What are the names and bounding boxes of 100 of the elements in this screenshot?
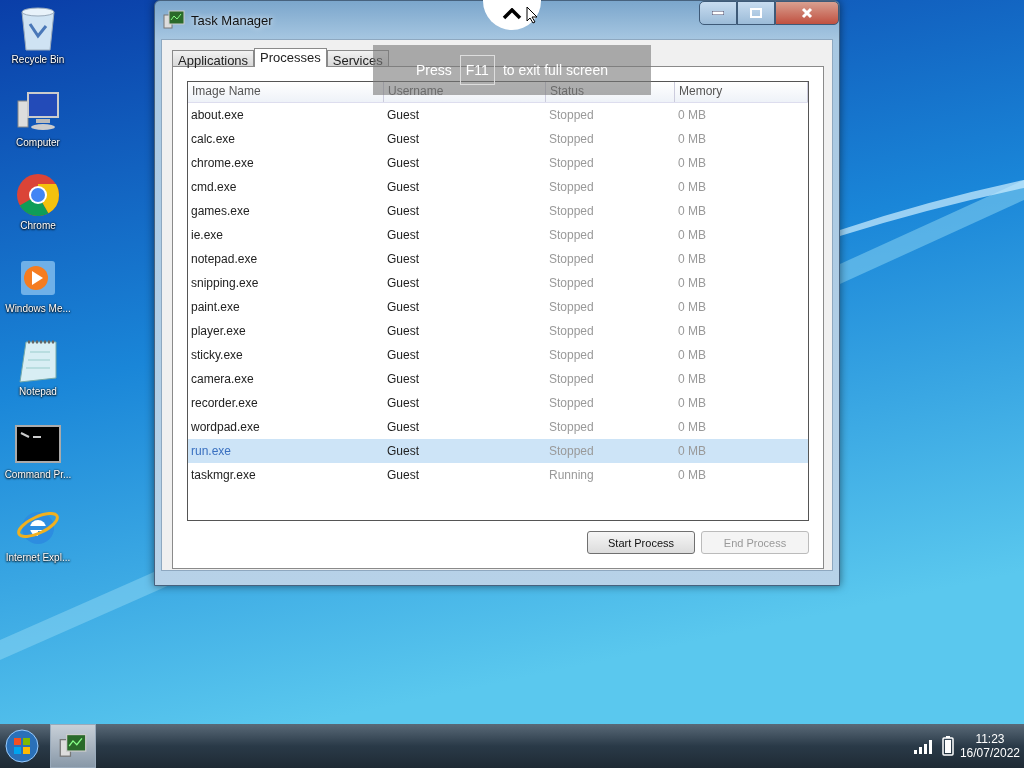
table-cell-text: 0 MB (677, 324, 707, 338)
table-cell-text: Stopped (548, 420, 595, 434)
desktop-icon-label[interactable]: Notepad (19, 386, 57, 397)
table-cell-text: Stopped (548, 156, 595, 170)
recycle-bin-icon (18, 6, 58, 52)
process-row[interactable]: snipping.exe Guest Stopped 0 MB (188, 271, 808, 295)
table-cell-text: Stopped (548, 444, 595, 458)
process-row[interactable]: taskmgr.exe Guest Running 0 MB (188, 463, 808, 487)
table-cell-text: 0 MB (677, 372, 707, 386)
minimize-button[interactable] (699, 1, 737, 25)
table-cell-text: Stopped (548, 180, 595, 194)
chevron-up-icon (502, 8, 522, 20)
table-cell-text: Guest (386, 156, 420, 170)
table-cell-text: Running (548, 468, 595, 482)
task-manager-icon (59, 733, 87, 759)
table-cell-text: 0 MB (677, 276, 707, 290)
table-cell-text: Guest (386, 252, 420, 266)
table-cell-text: cmd.exe (190, 180, 238, 194)
table-cell-text: Guest (386, 396, 420, 410)
table-cell-text: Stopped (548, 348, 595, 362)
desktop-icon-label[interactable]: Computer (16, 137, 60, 148)
cursor-icon (526, 6, 538, 24)
table-cell-text: paint.exe (190, 300, 241, 314)
process-row[interactable]: camera.exe Guest Stopped 0 MB (188, 367, 808, 391)
table-cell-text: Guest (386, 132, 420, 146)
computer-icon (16, 91, 60, 133)
table-cell-text: Guest (386, 228, 420, 242)
table-cell-text: sticky.exe (190, 348, 244, 362)
process-row[interactable]: wordpad.exe Guest Stopped 0 MB (188, 415, 808, 439)
process-row[interactable]: cmd.exe Guest Stopped 0 MB (188, 175, 808, 199)
table-cell-text: chrome.exe (190, 156, 255, 170)
process-row[interactable]: games.exe Guest Stopped 0 MB (188, 199, 808, 223)
column-header[interactable]: Memory (675, 82, 808, 102)
notice-text: to exit full screen (502, 62, 608, 78)
desktop-icon-label[interactable]: Chrome (20, 220, 56, 231)
minimize-icon (712, 11, 724, 15)
table-cell-text: 0 MB (677, 228, 707, 242)
table-cell-text: Guest (386, 324, 420, 338)
table-cell-text: 0 MB (677, 396, 707, 410)
key-label: F11 (459, 55, 495, 85)
process-row[interactable]: run.exe Guest Stopped 0 MB (188, 439, 808, 463)
column-header[interactable]: Image Name (188, 82, 384, 102)
notice-text: Press (416, 62, 452, 78)
table-cell-text: Guest (386, 468, 420, 482)
table-cell-text: Guest (386, 300, 420, 314)
desktop-icon-label[interactable]: Recycle Bin (11, 54, 65, 65)
tab[interactable]: Processes (254, 48, 327, 67)
process-row[interactable]: recorder.exe Guest Stopped 0 MB (188, 391, 808, 415)
desktop-icon-label[interactable]: Windows Me... (5, 303, 71, 314)
table-cell-text: 0 MB (677, 468, 707, 482)
chrome-icon (16, 173, 60, 217)
table-cell-text: Guest (386, 180, 420, 194)
media-player-icon (18, 258, 58, 298)
table-cell-text: wordpad.exe (190, 420, 261, 434)
table-cell-text: Guest (386, 348, 420, 362)
table-cell-text: Stopped (548, 396, 595, 410)
table-cell-text: about.exe (190, 108, 245, 122)
task-manager-taskbar-button[interactable] (50, 724, 96, 768)
table-cell-text: 0 MB (677, 420, 707, 434)
table-cell-text: Stopped (548, 300, 595, 314)
table-cell-text: snipping.exe (190, 276, 260, 290)
table-cell-text: notepad.exe (190, 252, 259, 266)
table-cell-text: 0 MB (677, 156, 707, 170)
table-cell-text: Stopped (548, 204, 595, 218)
table-cell-text: taskmgr.exe (190, 468, 257, 482)
process-row[interactable]: notepad.exe Guest Stopped 0 MB (188, 247, 808, 271)
maximize-button[interactable] (737, 1, 775, 25)
clock-date[interactable]: 16/07/2022 (959, 746, 1020, 760)
process-row[interactable]: sticky.exe Guest Stopped 0 MB (188, 343, 808, 367)
process-row[interactable]: player.exe Guest Stopped 0 MB (188, 319, 808, 343)
table-cell-text: Stopped (548, 108, 595, 122)
command-prompt-icon (15, 425, 61, 463)
table-cell-text: 0 MB (677, 300, 707, 314)
table-cell-text: Guest (386, 444, 420, 458)
table-cell-text: 0 MB (677, 180, 707, 194)
process-row[interactable]: ie.exe Guest Stopped 0 MB (188, 223, 808, 247)
table-cell-text: Stopped (548, 252, 595, 266)
tab[interactable]: Applications (172, 50, 255, 66)
process-row[interactable]: chrome.exe Guest Stopped 0 MB (188, 151, 808, 175)
table-cell-text: Guest (386, 204, 420, 218)
table-cell-text: Guest (386, 108, 420, 122)
table-cell-text: player.exe (190, 324, 247, 338)
process-button[interactable]: Start Process (587, 531, 695, 554)
clock-time[interactable]: 11:23 (975, 732, 1005, 746)
table-cell-text: Guest (386, 276, 420, 290)
process-row[interactable]: calc.exe Guest Stopped 0 MB (188, 127, 808, 151)
table-cell-text: Guest (386, 420, 420, 434)
table-cell-text: run.exe (190, 444, 233, 458)
window-title: Task Manager (191, 12, 273, 28)
close-icon (801, 7, 813, 19)
table-cell-text: Stopped (548, 276, 595, 290)
process-row[interactable]: about.exe Guest Stopped 0 MB (188, 103, 808, 127)
tab[interactable]: Services (326, 50, 389, 66)
task-manager-icon (163, 10, 185, 30)
table-cell-text: recorder.exe (190, 396, 259, 410)
table-cell-text: 0 MB (677, 348, 707, 362)
close-button[interactable] (775, 1, 839, 25)
table-cell-text: Stopped (548, 324, 595, 338)
process-row[interactable]: paint.exe Guest Stopped 0 MB (188, 295, 808, 319)
table-cell-text: 0 MB (677, 108, 707, 122)
